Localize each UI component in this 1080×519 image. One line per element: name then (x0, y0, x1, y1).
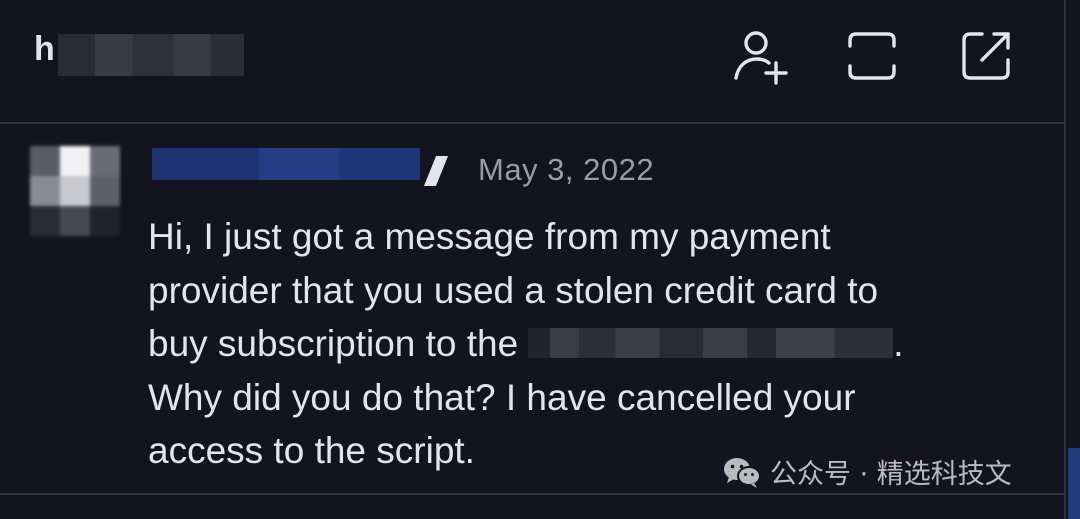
message-line-suffix: . (893, 323, 904, 364)
redacted-author-name[interactable] (152, 148, 420, 180)
message-line: Why did you do that? I have cancelled yo… (148, 376, 856, 418)
add-member-button[interactable] (730, 26, 790, 86)
message-body: Hi, I just got a message from my payment… (148, 210, 1028, 478)
channel-title: h (34, 30, 55, 68)
message-timestamp: May 3, 2022 (478, 152, 655, 187)
chat-message: May 3, 2022 Hi, I just got a message fro… (0, 124, 1066, 496)
message-line: buy subscription to the. (148, 317, 1028, 371)
wechat-icon (724, 457, 761, 488)
message-line: Hi, I just got a message from my payment (148, 216, 831, 257)
avatar[interactable] (30, 146, 120, 236)
message-line-text: buy subscription to the (148, 323, 519, 364)
watermark: 公众号 · 精选科技文 (722, 452, 1012, 491)
channel-header: h (0, 0, 1066, 124)
external-link-icon (962, 32, 1010, 80)
fullscreen-button[interactable] (842, 26, 902, 86)
open-external-button[interactable] (956, 26, 1016, 86)
redacted-product-name (528, 328, 894, 358)
watermark-text: 公众号 · 精选科技文 (770, 459, 1012, 490)
role-badge (423, 156, 449, 186)
message-line: provider that you used a stolen credit c… (148, 269, 879, 311)
redacted-channel-name (58, 34, 244, 76)
chat-window: h May 3, 2022 Hi, I just got a message f… (0, 0, 1080, 519)
user-plus-icon (734, 31, 788, 85)
message-divider (0, 493, 1066, 495)
scrollbar[interactable] (1064, 0, 1080, 519)
scrollbar-thumb[interactable] (1068, 448, 1080, 519)
frame-icon (848, 32, 896, 80)
